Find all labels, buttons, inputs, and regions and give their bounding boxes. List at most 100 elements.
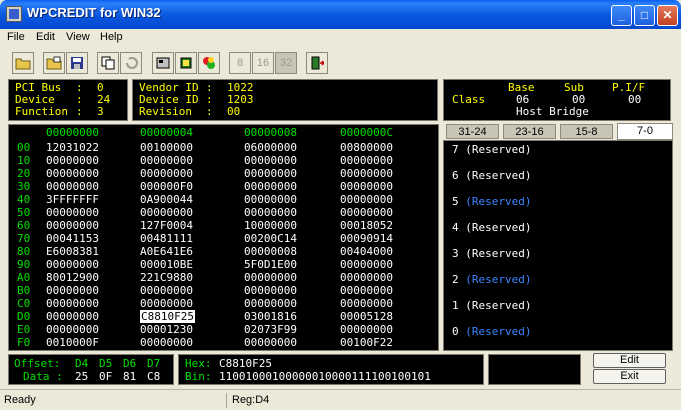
- register-cell[interactable]: 00000000: [340, 167, 393, 180]
- register-cell[interactable]: 00000000: [244, 297, 297, 310]
- register-cell[interactable]: A0E641E6: [140, 245, 193, 258]
- register-cell[interactable]: 00000000: [340, 284, 393, 297]
- bit-row[interactable]: 2 (Reserved): [452, 273, 531, 286]
- menu-view[interactable]: View: [66, 31, 90, 43]
- maximize-button[interactable]: □: [634, 5, 655, 26]
- register-cell[interactable]: 00005128: [340, 310, 393, 323]
- register-cell[interactable]: 00000000: [46, 323, 99, 336]
- app-icon[interactable]: [6, 6, 22, 22]
- register-cell[interactable]: 00000000: [340, 154, 393, 167]
- register-cell[interactable]: 12031022: [46, 141, 99, 154]
- register-cell[interactable]: 00000000: [244, 284, 297, 297]
- register-cell[interactable]: 00000000: [46, 219, 99, 232]
- selected-register-cell[interactable]: C8810F25: [139, 309, 196, 324]
- register-cell[interactable]: 00000000: [46, 167, 99, 180]
- register-cell[interactable]: 06000000: [244, 141, 297, 154]
- register-cell[interactable]: 00000000: [244, 180, 297, 193]
- register-cell[interactable]: 00000000: [340, 206, 393, 219]
- register-cell[interactable]: 00000000: [244, 154, 297, 167]
- bit16-button[interactable]: 16: [252, 52, 274, 74]
- register-cell[interactable]: 00000000: [340, 258, 393, 271]
- register-cell[interactable]: 00000000: [140, 297, 193, 310]
- register-cell[interactable]: 00000000: [46, 310, 99, 323]
- exit-door-icon[interactable]: [306, 52, 328, 74]
- register-cell[interactable]: 00000000: [340, 193, 393, 206]
- register-cell[interactable]: 00000000: [340, 297, 393, 310]
- register-cell[interactable]: 00000000: [140, 154, 193, 167]
- minimize-button[interactable]: _: [611, 5, 632, 26]
- undo-icon[interactable]: [120, 52, 142, 74]
- register-cell[interactable]: 00000000: [340, 180, 393, 193]
- register-cell[interactable]: 00000000: [244, 167, 297, 180]
- pci-device-icon[interactable]: [152, 52, 174, 74]
- register-cell[interactable]: 00000000: [244, 336, 297, 349]
- register-cell[interactable]: 3FFFFFFF: [46, 193, 99, 206]
- bit-row[interactable]: 1 (Reserved): [452, 299, 531, 312]
- register-cell[interactable]: 00041153: [46, 232, 99, 245]
- menu-file[interactable]: File: [7, 31, 25, 43]
- bit32-button[interactable]: 32: [275, 52, 297, 74]
- edit-button[interactable]: Edit: [593, 353, 666, 368]
- register-cell[interactable]: 02073F99: [244, 323, 297, 336]
- bit-row[interactable]: 5 (Reserved): [452, 195, 531, 208]
- register-cell[interactable]: 00000000: [46, 258, 99, 271]
- menu-help[interactable]: Help: [100, 31, 123, 43]
- register-cell[interactable]: 00000000: [244, 271, 297, 284]
- register-cell[interactable]: 00100F22: [340, 336, 393, 349]
- register-cell[interactable]: 00000000: [140, 167, 193, 180]
- bit-row[interactable]: 3 (Reserved): [452, 247, 531, 260]
- register-cell[interactable]: 127F0004: [140, 219, 193, 232]
- register-cell[interactable]: 00000000: [244, 193, 297, 206]
- register-cell[interactable]: 00000000: [46, 297, 99, 310]
- register-cell[interactable]: 00018052: [340, 219, 393, 232]
- row-offset: B0: [17, 284, 31, 297]
- open-folder-icon[interactable]: [12, 52, 34, 74]
- bit-row[interactable]: 7 (Reserved): [452, 143, 531, 156]
- register-cell[interactable]: 00000000: [140, 206, 193, 219]
- register-cell[interactable]: 00000000: [46, 206, 99, 219]
- register-cell[interactable]: 00000000: [340, 323, 393, 336]
- register-cell[interactable]: 0010000F: [46, 336, 99, 349]
- register-cell[interactable]: 000000F0: [140, 180, 193, 193]
- register-cell[interactable]: 00000000: [46, 284, 99, 297]
- register-cell[interactable]: 00404000: [340, 245, 393, 258]
- bit-row[interactable]: 4 (Reserved): [452, 221, 531, 234]
- save-icon[interactable]: [66, 52, 88, 74]
- register-cell[interactable]: 00481111: [140, 232, 193, 245]
- bit-row[interactable]: 6 (Reserved): [452, 169, 531, 182]
- register-cell[interactable]: 00000000: [46, 180, 99, 193]
- tab-bits-31-24[interactable]: 31-24: [446, 124, 499, 139]
- open-file-icon[interactable]: [43, 52, 65, 74]
- tab-bits-23-16[interactable]: 23-16: [503, 124, 556, 139]
- register-cell[interactable]: 00000000: [140, 336, 193, 349]
- register-cell[interactable]: 0A900044: [140, 193, 193, 206]
- register-cell[interactable]: 00090914: [340, 232, 393, 245]
- bit-row[interactable]: 0 (Reserved): [452, 325, 531, 338]
- chip-icon[interactable]: [175, 52, 197, 74]
- exit-button[interactable]: Exit: [593, 369, 666, 384]
- copy-icon[interactable]: [97, 52, 119, 74]
- register-cell[interactable]: 00200C14: [244, 232, 297, 245]
- tab-bits-7-0[interactable]: 7-0: [617, 123, 673, 140]
- register-cell[interactable]: 80012900: [46, 271, 99, 284]
- register-cell[interactable]: 000010BE: [140, 258, 193, 271]
- register-cell[interactable]: 00000000: [340, 271, 393, 284]
- register-cell[interactable]: 00000000: [46, 154, 99, 167]
- menu-edit[interactable]: Edit: [36, 31, 55, 43]
- register-cell[interactable]: 10000000: [244, 219, 297, 232]
- register-cell[interactable]: 00800000: [340, 141, 393, 154]
- register-cell[interactable]: 00100000: [140, 141, 193, 154]
- register-cell[interactable]: 5F0D1E00: [244, 258, 297, 271]
- register-cell[interactable]: 221C9880: [140, 271, 193, 284]
- close-button[interactable]: ✕: [657, 5, 678, 26]
- tab-bits-15-8[interactable]: 15-8: [560, 124, 613, 139]
- register-cell[interactable]: 00001230: [140, 323, 193, 336]
- register-cell[interactable]: 03001816: [244, 310, 297, 323]
- register-cell[interactable]: 00000008: [244, 245, 297, 258]
- class-description: Host Bridge: [516, 105, 589, 118]
- bit8-button[interactable]: 8: [229, 52, 251, 74]
- register-cell[interactable]: 00000000: [244, 206, 297, 219]
- register-cell[interactable]: E6008381: [46, 245, 99, 258]
- register-cell[interactable]: 00000000: [140, 284, 193, 297]
- color-wheel-icon[interactable]: [198, 52, 220, 74]
